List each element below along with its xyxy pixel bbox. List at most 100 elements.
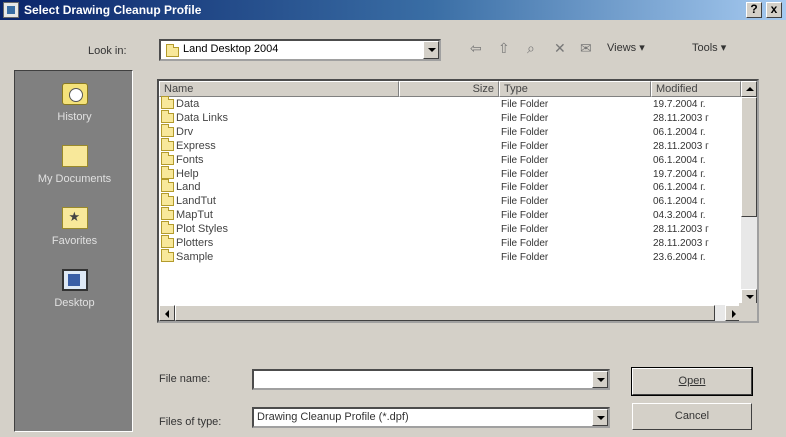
folder-icon	[166, 44, 179, 57]
file-modified-cell: 06.1.2004 г.	[653, 196, 706, 208]
file-name-dropdown[interactable]	[592, 371, 608, 388]
files-of-type-dropdown[interactable]	[592, 409, 608, 426]
history-icon	[61, 83, 88, 105]
open-button[interactable]: Open	[631, 367, 753, 396]
delete-icon[interactable]: ✕	[554, 40, 566, 57]
favorites-icon	[61, 207, 88, 229]
file-type-cell: File Folder	[501, 168, 549, 180]
file-name-cell: Sample	[161, 248, 213, 263]
new-folder-icon[interactable]: ✉	[580, 40, 592, 57]
folder-icon	[161, 109, 174, 123]
folder-icon	[161, 193, 174, 207]
file-modified-cell: 19.7.2004 г.	[653, 99, 706, 110]
scroll-left-icon[interactable]	[159, 305, 175, 321]
file-name-cell: MapTut	[161, 207, 213, 221]
horizontal-scrollbar[interactable]	[159, 305, 741, 321]
file-row[interactable]: Plotters File Folder 28.11.2003 г	[159, 235, 739, 251]
folder-icon	[161, 207, 174, 221]
scroll-corner	[739, 303, 757, 321]
file-modified-cell: 06.1.2004 г.	[653, 126, 706, 138]
file-type-cell: File Folder	[501, 182, 549, 194]
folder-icon	[161, 96, 174, 109]
files-of-type-combo[interactable]: Drawing Cleanup Profile (*.dpf)	[252, 407, 610, 428]
place-desktop[interactable]: Desktop	[15, 269, 134, 309]
file-modified-cell: 28.11.2003 г	[653, 140, 709, 152]
horizontal-scroll-thumb[interactable]	[175, 305, 715, 321]
file-row[interactable]: Sample File Folder 23.6.2004 г.	[159, 248, 739, 265]
help-button[interactable]: ?	[746, 2, 762, 18]
back-icon[interactable]: ⇦	[470, 40, 482, 57]
tools-menu[interactable]: Tools ▾	[692, 41, 726, 54]
file-name-cell: Land	[161, 179, 200, 193]
file-type-cell: File Folder	[501, 196, 549, 208]
file-row[interactable]: LandTut File Folder 06.1.2004 г.	[159, 193, 739, 209]
file-type-cell: File Folder	[501, 99, 549, 110]
file-type-cell: File Folder	[501, 224, 549, 236]
file-row[interactable]: Fonts File Folder 06.1.2004 г.	[159, 151, 739, 168]
file-name-cell: LandTut	[161, 193, 216, 207]
folder-icon	[161, 123, 174, 137]
file-modified-cell: 23.6.2004 г.	[653, 251, 706, 263]
look-in-value: Land Desktop 2004	[183, 43, 279, 55]
folder-icon	[161, 179, 174, 193]
file-name-field[interactable]	[252, 369, 610, 390]
file-list[interactable]: Name Size Type Modified Data File Folder 1…	[157, 79, 759, 323]
file-row[interactable]: Data Links File Folder 28.11.2003 г	[159, 109, 739, 126]
file-type-cell: File Folder	[501, 210, 549, 222]
places-bar: History My Documents Favorites Desktop	[14, 70, 133, 432]
column-header-name[interactable]: Name	[159, 81, 399, 97]
file-modified-cell: 28.11.2003 г	[653, 224, 709, 236]
file-name-cell: Fonts	[161, 151, 204, 166]
views-menu[interactable]: Views ▾	[607, 41, 645, 54]
place-my-documents[interactable]: My Documents	[15, 145, 134, 185]
file-row[interactable]: Land File Folder 06.1.2004 г.	[159, 179, 739, 195]
file-row[interactable]: Drv File Folder 06.1.2004 г.	[159, 123, 739, 140]
file-type-cell: File Folder	[501, 112, 549, 124]
title-bar: Select Drawing Cleanup Profile ? x	[0, 0, 786, 20]
file-row[interactable]: MapTut File Folder 04.3.2004 г.	[159, 207, 739, 223]
close-button[interactable]: x	[766, 2, 782, 18]
file-row[interactable]: Express File Folder 28.11.2003 г	[159, 137, 739, 154]
place-history[interactable]: History	[15, 83, 134, 123]
look-in-combo[interactable]: Land Desktop 2004	[159, 39, 441, 61]
file-row[interactable]: Help File Folder 19.7.2004 г.	[159, 165, 739, 182]
file-type-cell: File Folder	[501, 154, 549, 166]
vertical-scrollbar[interactable]	[741, 81, 757, 305]
folder-icon	[161, 151, 174, 165]
file-name-label: File name:	[159, 373, 211, 385]
file-type-cell: File Folder	[501, 238, 549, 249]
file-modified-cell: 28.11.2003 г	[653, 238, 709, 249]
window-title: Select Drawing Cleanup Profile	[24, 3, 202, 17]
file-type-cell: File Folder	[501, 140, 549, 152]
file-name-cell: Data	[161, 96, 199, 110]
chevron-down-icon[interactable]	[592, 409, 608, 426]
file-type-cell: File Folder	[501, 126, 549, 138]
file-modified-cell: 19.7.2004 г.	[653, 168, 706, 180]
chevron-down-icon[interactable]	[423, 41, 439, 59]
file-name-cell: Help	[161, 165, 199, 180]
app-icon	[3, 2, 19, 18]
file-row[interactable]: Plot Styles File Folder 28.11.2003 г	[159, 221, 739, 237]
up-folder-icon[interactable]: ⇧	[498, 40, 510, 57]
file-name-cell: Drv	[161, 123, 193, 138]
scroll-up-icon[interactable]	[741, 81, 757, 97]
column-header-type[interactable]: Type	[499, 81, 651, 97]
file-name-cell: Express	[161, 137, 216, 152]
look-in-label: Look in:	[88, 45, 127, 57]
column-header-size[interactable]: Size	[399, 81, 499, 97]
cancel-button[interactable]: Cancel	[632, 403, 752, 430]
my-documents-icon	[61, 145, 88, 167]
file-name-cell: Data Links	[161, 109, 228, 124]
vertical-scroll-thumb[interactable]	[741, 97, 757, 217]
file-name-cell: Plot Styles	[161, 221, 228, 235]
place-favorites[interactable]: Favorites	[15, 207, 134, 247]
search-web-icon[interactable]: ⌕	[527, 40, 535, 57]
file-modified-cell: 28.11.2003 г	[653, 112, 709, 124]
file-modified-cell: 06.1.2004 г.	[653, 154, 706, 166]
file-row[interactable]: Data File Folder 19.7.2004 г.	[159, 96, 739, 112]
file-modified-cell: 04.3.2004 г.	[653, 210, 706, 222]
file-modified-cell: 06.1.2004 г.	[653, 182, 706, 194]
files-of-type-value: Drawing Cleanup Profile (*.dpf)	[257, 411, 409, 423]
chevron-down-icon[interactable]	[592, 371, 608, 388]
column-header-modified[interactable]: Modified	[651, 81, 741, 97]
